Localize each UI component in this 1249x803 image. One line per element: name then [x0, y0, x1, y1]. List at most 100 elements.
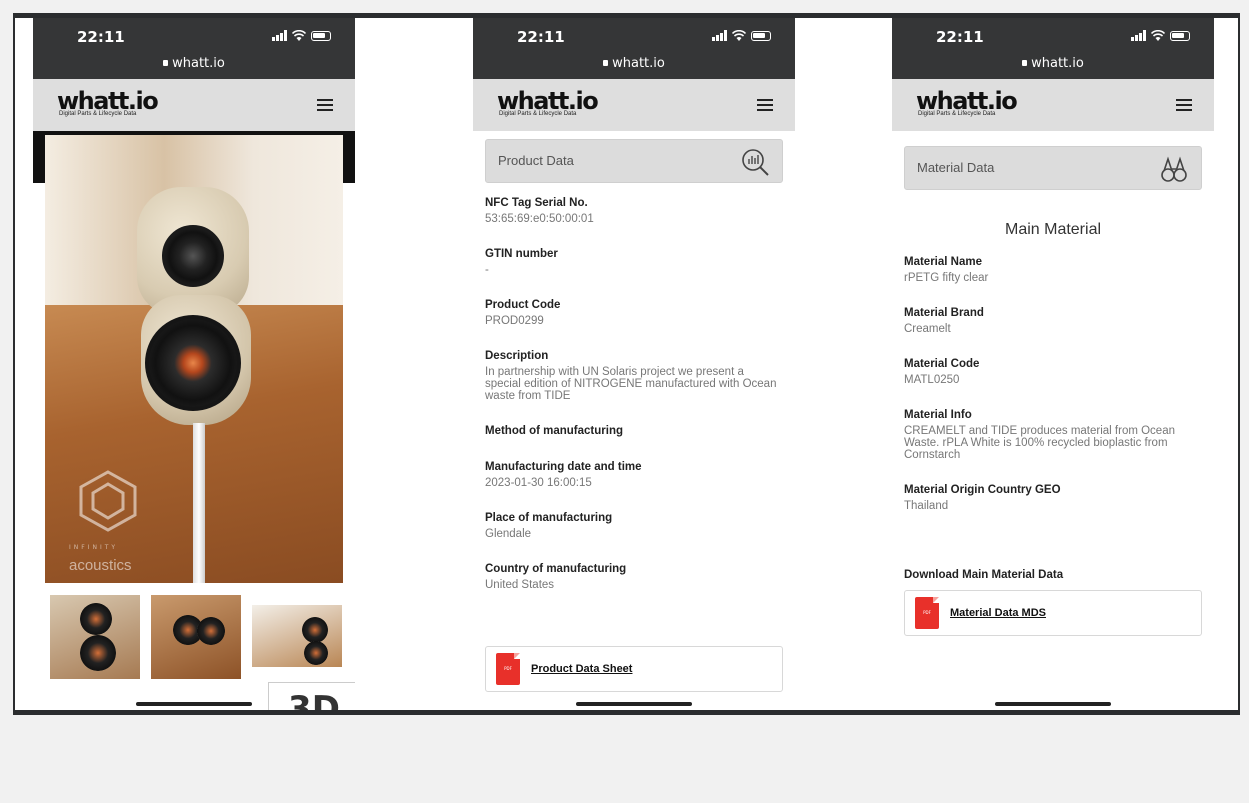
- product-data-sheet-card[interactable]: PDF Product Data Sheet: [485, 646, 783, 692]
- field-nfc-serial: NFC Tag Serial No. 53:65:69:e0:50:00:01: [485, 196, 781, 225]
- signal-icon: [272, 30, 287, 41]
- hamburger-menu-icon[interactable]: [1176, 99, 1192, 111]
- product-data-header[interactable]: Product Data: [485, 139, 783, 183]
- field-label: GTIN number: [485, 248, 558, 260]
- field-label: Material Brand: [904, 307, 984, 319]
- thumbnail-2[interactable]: [151, 595, 241, 679]
- field-label: Product Code: [485, 299, 561, 311]
- status-time: 22:11: [517, 28, 565, 46]
- field-value: In partnership with UN Solaris project w…: [485, 366, 777, 402]
- pdf-file-icon: PDF: [915, 597, 939, 629]
- field-description: Description In partnership with UN Solari…: [485, 349, 781, 402]
- address-bar[interactable]: whatt.io: [473, 56, 795, 71]
- browser-status-bar: 22:11 whatt.io: [473, 18, 795, 79]
- field-material-brand: Material Brand Creamelt: [904, 306, 1200, 335]
- battery-icon: [1170, 30, 1190, 41]
- thumb-speaker-bottom: [80, 635, 116, 671]
- field-label: Description: [485, 350, 549, 362]
- field-value: PROD0299: [485, 315, 544, 327]
- field-material-code: Material Code MATL0250: [904, 357, 1200, 386]
- field-method: Method of manufacturing: [485, 424, 781, 438]
- site-header: whatt.io Digital Parts & Lifecycle Data: [892, 79, 1214, 131]
- field-value: rPETG fifty clear: [904, 272, 989, 284]
- speaker-stand: [193, 423, 205, 583]
- thumb-speaker-top: [302, 617, 328, 643]
- status-time: 22:11: [77, 28, 125, 46]
- field-manufacturing-date: Manufacturing date and time 2023-01-30 16…: [485, 460, 781, 489]
- field-value: -: [485, 264, 489, 276]
- product-main-image[interactable]: INFINITY acoustics: [45, 135, 343, 583]
- thumb-speaker-top: [80, 603, 112, 635]
- field-label: Material Origin Country GEO: [904, 484, 1061, 496]
- watermark-small-text: INFINITY: [69, 544, 119, 551]
- field-place: Place of manufacturing Glendale: [485, 511, 781, 540]
- material-data-mds-link[interactable]: Material Data MDS: [950, 607, 1046, 619]
- brand-mark-icon: [79, 470, 137, 532]
- site-header: whatt.io Digital Parts & Lifecycle Data: [473, 79, 795, 131]
- wifi-icon: [1151, 30, 1165, 41]
- field-gtin: GTIN number -: [485, 247, 781, 276]
- hamburger-menu-icon[interactable]: [317, 99, 333, 111]
- material-data-label: Material Data: [917, 160, 995, 175]
- wifi-icon: [732, 30, 746, 41]
- field-value: Glendale: [485, 528, 532, 540]
- battery-icon: [311, 30, 331, 41]
- field-country: Country of manufacturing United States: [485, 562, 781, 591]
- field-value: Creamelt: [904, 323, 951, 335]
- product-data-label: Product Data: [498, 153, 574, 168]
- address-bar[interactable]: whatt.io: [33, 56, 355, 71]
- browser-status-bar: 22:11 whatt.io: [892, 18, 1214, 79]
- field-label: Material Info: [904, 409, 972, 421]
- thumb-speaker-bottom: [197, 617, 225, 645]
- binoculars-icon: [1161, 156, 1187, 182]
- browser-status-bar: 22:11 whatt.io: [33, 18, 355, 79]
- magnifier-chart-icon: [742, 149, 769, 176]
- field-label: Method of manufacturing: [485, 425, 623, 437]
- field-value: United States: [485, 579, 555, 591]
- whattio-logo[interactable]: whatt.io Digital Parts & Lifecycle Data: [57, 87, 159, 117]
- logo-wordmark: whatt.io: [497, 87, 599, 115]
- field-label: Material Name: [904, 256, 982, 268]
- status-icons: [272, 30, 331, 41]
- field-material-info: Material Info CREAMELT and TIDE produces …: [904, 408, 1200, 461]
- screenshot-frame: 22:11 whatt.io whatt.io Digital Parts & …: [13, 13, 1240, 715]
- wifi-icon: [292, 30, 306, 41]
- hamburger-menu-icon[interactable]: [757, 99, 773, 111]
- status-time: 22:11: [936, 28, 984, 46]
- main-material-heading: Main Material: [1004, 221, 1102, 238]
- material-data-header[interactable]: Material Data: [904, 146, 1202, 190]
- logo-wordmark: whatt.io: [57, 87, 159, 115]
- view-3d-button[interactable]: 3D: [268, 682, 355, 710]
- thumbnail-strip: [50, 595, 342, 679]
- field-value: CREAMELT and TIDE produces material from…: [904, 425, 1175, 461]
- battery-icon: [751, 30, 771, 41]
- logo-wordmark: whatt.io: [916, 87, 1018, 115]
- field-label: Manufacturing date and time: [485, 461, 642, 473]
- field-product-code: Product Code PROD0299: [485, 298, 781, 327]
- phone-product-data: 22:11 whatt.io whatt.io Digital Parts & …: [473, 18, 795, 710]
- pdf-file-icon: PDF: [496, 653, 520, 685]
- url-text: whatt.io: [172, 56, 225, 71]
- url-text: whatt.io: [1031, 56, 1084, 71]
- field-value: Thailand: [904, 500, 949, 512]
- thumbnail-1[interactable]: [50, 595, 140, 679]
- field-material-name: Material Name rPETG fifty clear: [904, 255, 1200, 284]
- address-bar[interactable]: whatt.io: [892, 56, 1214, 71]
- home-indicator: [576, 702, 692, 706]
- download-main-material-heading: Download Main Material Data: [904, 569, 1064, 581]
- product-data-fields: NFC Tag Serial No. 53:65:69:e0:50:00:01 G…: [485, 196, 781, 613]
- url-text: whatt.io: [612, 56, 665, 71]
- watermark-brand-text: acoustics: [69, 557, 132, 574]
- thumbnail-3[interactable]: [252, 605, 342, 667]
- material-data-mds-card[interactable]: PDF Material Data MDS: [904, 590, 1202, 636]
- whattio-logo[interactable]: whatt.io Digital Parts & Lifecycle Data: [497, 87, 599, 117]
- phone-product-gallery: 22:11 whatt.io whatt.io Digital Parts & …: [33, 18, 355, 710]
- product-data-sheet-link[interactable]: Product Data Sheet: [531, 663, 632, 675]
- field-value: MATL0250: [904, 374, 960, 386]
- phone-material-data: 22:11 whatt.io whatt.io Digital Parts & …: [892, 18, 1214, 710]
- lock-icon: [603, 60, 609, 66]
- status-icons: [1131, 30, 1190, 41]
- signal-icon: [1131, 30, 1146, 41]
- speaker-tweeter: [162, 225, 224, 287]
- whattio-logo[interactable]: whatt.io Digital Parts & Lifecycle Data: [916, 87, 1018, 117]
